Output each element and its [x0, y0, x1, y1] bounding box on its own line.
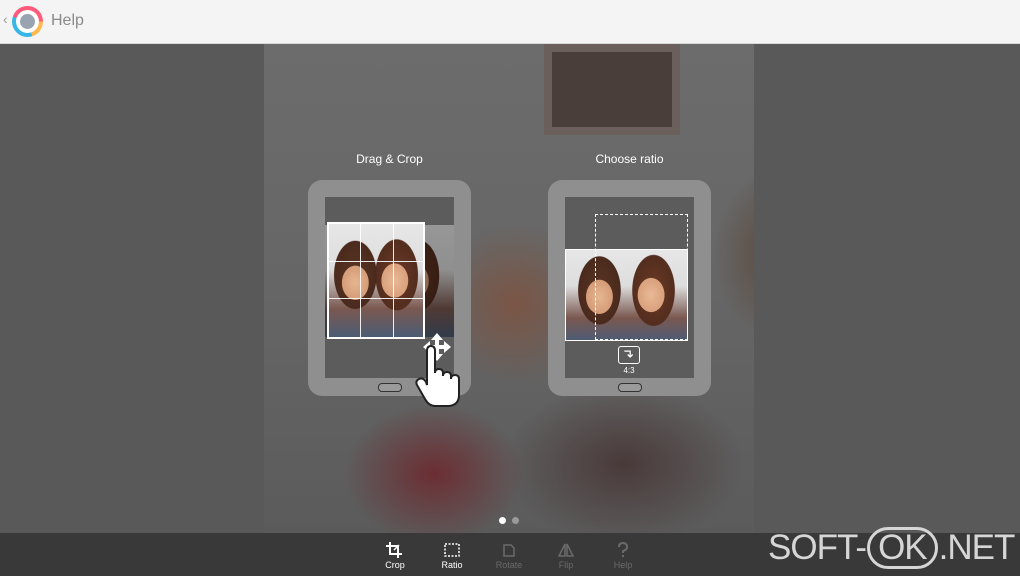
- rotate-icon: [503, 544, 515, 557]
- flip-tool-label: Flip: [558, 560, 574, 570]
- hand-pointer-icon: [415, 344, 460, 407]
- ratio-icon: [444, 543, 460, 557]
- help-carousel[interactable]: [0, 44, 1020, 533]
- help-tool-label: Help: [613, 560, 633, 570]
- tablet-home-button: [618, 383, 642, 392]
- crop-tool-button[interactable]: Crop: [373, 536, 417, 574]
- back-chevron-icon[interactable]: ‹: [3, 11, 8, 27]
- page-title: Help: [51, 12, 84, 29]
- alt-ratio-frame: [595, 214, 688, 340]
- app-logo-icon[interactable]: [12, 6, 43, 37]
- flip-icon: [557, 543, 575, 557]
- pager-dot-active[interactable]: [499, 517, 506, 524]
- help-icon: [618, 542, 629, 557]
- top-bar: ‹ Help: [0, 0, 1020, 44]
- watermark-suffix: .NET: [938, 528, 1016, 567]
- ratio-value-label: 4:3: [623, 366, 635, 375]
- slide-title-choose-ratio: Choose ratio: [595, 152, 664, 166]
- watermark: SOFT- OK .NET: [768, 527, 1018, 573]
- ratio-tool-label: Ratio: [441, 560, 463, 570]
- rotate-ratio-icon: [618, 346, 640, 364]
- crop-grid: [327, 222, 425, 339]
- rotate-tool-button[interactable]: Rotate: [487, 536, 531, 574]
- slide-title-drag-crop: Drag & Crop: [356, 152, 423, 166]
- pager-dot[interactable]: [512, 517, 519, 524]
- flip-tool-button[interactable]: Flip: [544, 536, 588, 574]
- crop-icon: [386, 542, 402, 558]
- ratio-tool-button[interactable]: Ratio: [430, 536, 474, 574]
- watermark-badge: OK: [867, 527, 938, 569]
- crop-tool-label: Crop: [385, 560, 405, 570]
- tablet-home-button: [378, 383, 402, 392]
- watermark-prefix: SOFT-: [768, 528, 867, 567]
- help-tool-button[interactable]: Help: [601, 536, 645, 574]
- rotate-tool-label: Rotate: [495, 560, 523, 570]
